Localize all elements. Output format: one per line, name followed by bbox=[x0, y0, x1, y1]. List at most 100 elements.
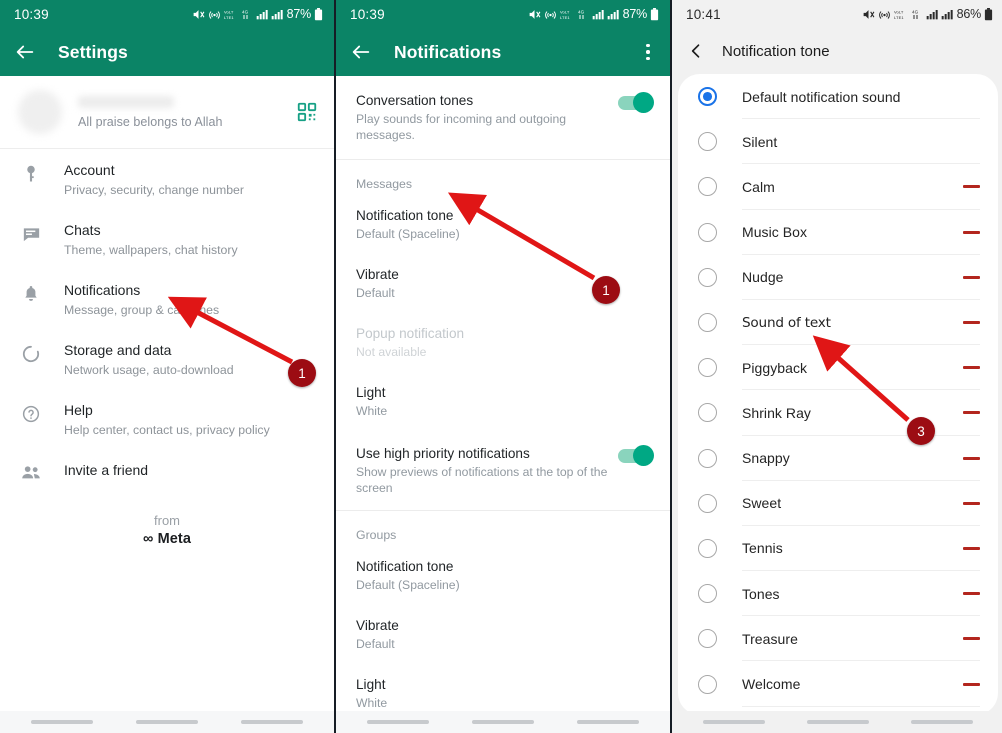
radio-button[interactable] bbox=[698, 358, 717, 378]
nav-pill[interactable] bbox=[911, 720, 973, 724]
nav-pill[interactable] bbox=[471, 720, 534, 724]
radio-button[interactable] bbox=[698, 267, 717, 287]
chevron-left-icon[interactable] bbox=[686, 41, 706, 61]
row-label: Light bbox=[356, 385, 386, 400]
radio-button[interactable] bbox=[698, 584, 717, 604]
remove-icon[interactable] bbox=[963, 501, 980, 505]
back-arrow-icon[interactable] bbox=[350, 41, 372, 63]
tone-row-calm[interactable]: Calm bbox=[678, 164, 998, 210]
remove-icon[interactable] bbox=[963, 592, 980, 596]
sidebar-item-label: Account bbox=[64, 162, 115, 178]
battery-percent: 87% bbox=[622, 7, 648, 21]
row-sublabel: Play sounds for incoming and outgoing me… bbox=[356, 112, 567, 142]
radio-button[interactable] bbox=[698, 132, 717, 152]
page-title: Settings bbox=[58, 41, 128, 62]
nav-pill[interactable] bbox=[240, 720, 303, 724]
bell-icon bbox=[18, 285, 44, 303]
radio-button[interactable] bbox=[698, 313, 717, 333]
remove-icon[interactable] bbox=[963, 275, 980, 279]
profile-row[interactable]: All praise belongs to Allah bbox=[0, 76, 334, 148]
battery-percent: 87% bbox=[286, 7, 312, 21]
sidebar-item-chats[interactable]: Chats Theme, wallpapers, chat history bbox=[0, 209, 334, 269]
tone-row-treasure[interactable]: Treasure bbox=[678, 616, 998, 662]
status-clock: 10:41 bbox=[686, 6, 721, 22]
sidebar-item-storage-and-data[interactable]: Storage and data Network usage, auto-dow… bbox=[0, 329, 334, 389]
back-arrow-icon[interactable] bbox=[14, 41, 36, 63]
tone-row-tones[interactable]: Tones bbox=[678, 571, 998, 617]
tone-row-tennis[interactable]: Tennis bbox=[678, 526, 998, 572]
status-icons: VoLT LTE1 4G 86% bbox=[862, 7, 993, 21]
radio-button[interactable] bbox=[698, 629, 717, 649]
nav-pill[interactable] bbox=[367, 720, 430, 724]
radio-button[interactable] bbox=[698, 538, 717, 558]
sidebar-item-invite-a-friend[interactable]: Invite a friend bbox=[0, 449, 334, 491]
tone-row-music-box[interactable]: Music Box bbox=[678, 210, 998, 255]
remove-icon[interactable] bbox=[963, 637, 980, 641]
radio-button[interactable] bbox=[698, 674, 717, 694]
4g-icon: 4G bbox=[242, 9, 248, 18]
battery-icon bbox=[650, 7, 659, 20]
radio-button[interactable] bbox=[698, 87, 717, 107]
row-text: Popup notification Not available bbox=[356, 325, 652, 360]
mute-icon bbox=[193, 9, 204, 19]
groups-notification-tone-row[interactable]: Notification tone Default (Spaceline) bbox=[336, 546, 670, 605]
remove-icon[interactable] bbox=[963, 682, 980, 686]
radio-button[interactable] bbox=[698, 403, 717, 423]
tone-row-snappy[interactable]: Snappy bbox=[678, 436, 998, 481]
page-title: Notifications bbox=[394, 41, 502, 62]
hotspot-icon bbox=[878, 10, 890, 19]
hotspot-icon bbox=[208, 10, 220, 19]
nav-pill[interactable] bbox=[31, 720, 94, 724]
row-text: Light White bbox=[356, 384, 652, 419]
remove-icon[interactable] bbox=[963, 321, 980, 325]
groups-vibrate-row[interactable]: Vibrate Default bbox=[336, 605, 670, 664]
tone-row-welcome[interactable]: Welcome bbox=[678, 661, 998, 707]
nav-pill[interactable] bbox=[576, 720, 639, 724]
app-bar: Notification tone bbox=[672, 28, 1002, 74]
4g-icon: 4G bbox=[578, 9, 584, 18]
remove-icon[interactable] bbox=[963, 546, 980, 550]
tone-row-shrink-ray[interactable]: Shrink Ray bbox=[678, 390, 998, 436]
tone-row-sweet[interactable]: Sweet bbox=[678, 481, 998, 526]
remove-icon[interactable] bbox=[963, 230, 980, 234]
radio-button[interactable] bbox=[698, 448, 717, 468]
screenshot-stage: 10:39 VoLT LTE1 4G 87% Settings All prai… bbox=[0, 0, 1002, 733]
row-label: Vibrate bbox=[356, 267, 399, 282]
kebab-menu-icon[interactable] bbox=[638, 41, 658, 63]
tone-row-piggyback[interactable]: Piggyback bbox=[678, 345, 998, 391]
tone-row-nudge[interactable]: Nudge bbox=[678, 255, 998, 300]
messages-high-priority-row[interactable]: Use high priority notifications Show pre… bbox=[336, 431, 670, 510]
sidebar-item-help[interactable]: Help Help center, contact us, privacy po… bbox=[0, 389, 334, 449]
messages-notification-tone-row[interactable]: Notification tone Default (Spaceline) bbox=[336, 195, 670, 254]
remove-icon[interactable] bbox=[963, 366, 980, 370]
remove-icon[interactable] bbox=[963, 411, 980, 415]
settings-body: All praise belongs to Allah Account Priv… bbox=[0, 76, 334, 733]
tone-row-silent[interactable]: Silent bbox=[678, 119, 998, 165]
tone-row-sound-of-text[interactable]: Sound of text bbox=[678, 300, 998, 346]
nav-pill[interactable] bbox=[135, 720, 198, 724]
radio-button[interactable] bbox=[698, 177, 717, 197]
sidebar-item-label: Help bbox=[64, 402, 93, 418]
messages-vibrate-row[interactable]: Vibrate Default bbox=[336, 254, 670, 313]
sidebar-item-sub: Message, group & call tones bbox=[64, 303, 220, 317]
messages-high-priority-toggle[interactable] bbox=[618, 445, 654, 466]
remove-icon[interactable] bbox=[963, 456, 980, 460]
sidebar-item-account[interactable]: Account Privacy, security, change number bbox=[0, 149, 334, 209]
messages-light-row[interactable]: Light White bbox=[336, 372, 670, 431]
remove-icon[interactable] bbox=[963, 185, 980, 189]
qr-code-icon[interactable] bbox=[296, 101, 318, 123]
conversation-tones-toggle[interactable] bbox=[618, 92, 654, 113]
messages-popup-notification-row: Popup notification Not available bbox=[336, 313, 670, 372]
tone-label: Piggyback bbox=[742, 359, 808, 376]
meta-brand: ∞ Meta bbox=[0, 531, 334, 547]
radio-button[interactable] bbox=[698, 493, 717, 513]
conversation-tones-row[interactable]: Conversation tones Play sounds for incom… bbox=[336, 76, 670, 159]
nav-pill[interactable] bbox=[703, 720, 765, 724]
signal-icon bbox=[607, 10, 619, 20]
volte-icon: VoLTLTE1 bbox=[560, 9, 570, 20]
nav-pill[interactable] bbox=[807, 720, 869, 724]
tone-row-default-notification-sound[interactable]: Default notification sound bbox=[678, 74, 998, 120]
sidebar-item-notifications[interactable]: Notifications Message, group & call tone… bbox=[0, 269, 334, 329]
profile-text: All praise belongs to Allah bbox=[78, 95, 296, 129]
radio-button[interactable] bbox=[698, 222, 717, 242]
